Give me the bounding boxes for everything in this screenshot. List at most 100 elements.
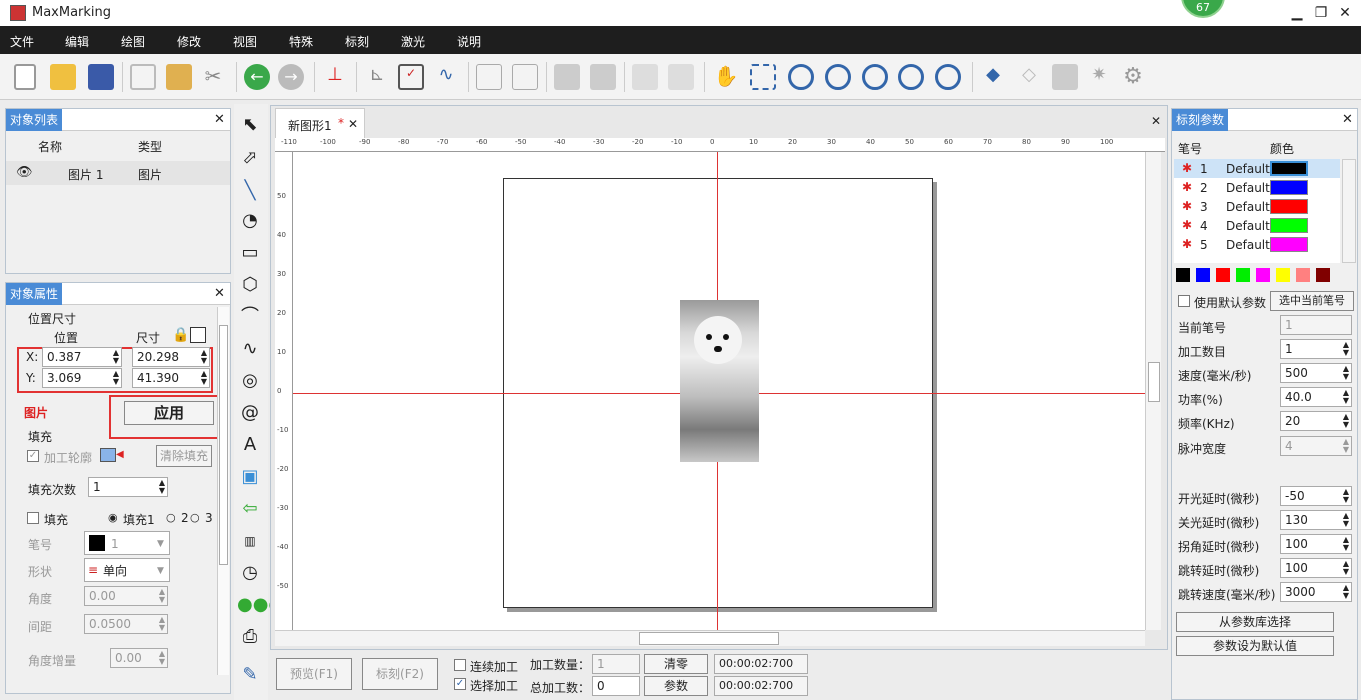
corner-delay-field[interactable]: 100 ▲ ▼ [1280, 534, 1352, 554]
performance-badge[interactable]: 67 [1181, 0, 1225, 18]
speed-field[interactable]: 500 ▲ ▼ [1280, 363, 1352, 383]
paste-icon[interactable] [166, 64, 192, 90]
curve-icon[interactable]: ∿ [433, 64, 459, 90]
uncombine-icon[interactable] [512, 64, 538, 90]
arrange-icon[interactable] [668, 64, 694, 90]
jump-speed-field[interactable]: 3000 ▲ ▼ [1280, 582, 1352, 602]
node-edit-icon[interactable]: ⊾ [364, 64, 390, 90]
close-icon[interactable]: ✕ [348, 117, 358, 131]
list-item[interactable]: ✱ 2 Default [1174, 178, 1340, 197]
open-folder-icon[interactable] [50, 64, 76, 90]
rectangle-tool-icon[interactable]: ▭ [237, 240, 263, 266]
output-tool-icon[interactable]: ⎙ [237, 624, 263, 650]
zoom-fit-icon[interactable] [750, 64, 776, 90]
set-default-button[interactable]: 参数设为默认值 [1176, 636, 1334, 656]
palette-swatch[interactable] [1196, 268, 1210, 282]
process-count-field[interactable]: 1 [592, 654, 640, 674]
zoom-out-icon[interactable] [825, 64, 851, 90]
node-select-icon[interactable]: ⬀ [237, 145, 263, 171]
laser-icon[interactable]: ✷ [1086, 64, 1112, 90]
table-row[interactable]: 👁 图片 1 图片 [6, 161, 230, 185]
y-field[interactable]: 3.069 ▲ ▼ [42, 368, 122, 388]
height-field[interactable]: 41.390 ▲ ▼ [132, 368, 210, 388]
pen-color-swatch[interactable] [1270, 199, 1308, 214]
line-tool-icon[interactable]: ╲ [237, 178, 263, 204]
angle-field[interactable]: 0.00 ▲ ▼ [84, 586, 168, 606]
use-default-checkbox[interactable] [1178, 295, 1190, 307]
fill-checkbox[interactable] [27, 512, 39, 524]
frequency-field[interactable]: 20 ▲ ▼ [1280, 411, 1352, 431]
palette-swatch[interactable] [1256, 268, 1270, 282]
cut-icon[interactable]: ✂ [200, 64, 226, 90]
palette-swatch[interactable] [1216, 268, 1230, 282]
palette-swatch[interactable] [1296, 268, 1310, 282]
list-item[interactable]: ✱ 1 Default [1174, 159, 1340, 178]
close-icon[interactable]: ✕ [1151, 114, 1161, 128]
save-icon[interactable] [88, 64, 114, 90]
shape-select[interactable]: ≡ 单向 ▼ [84, 558, 170, 582]
dog-image[interactable] [680, 300, 759, 462]
center-icon[interactable]: ⊥ [322, 64, 348, 90]
horizontal-scrollbar[interactable] [275, 630, 1145, 646]
close-icon[interactable]: ✕ [214, 112, 225, 127]
select-process-checkbox[interactable]: ✓ [454, 678, 466, 690]
zoom-in-icon[interactable] [788, 64, 814, 90]
text-tool-icon[interactable]: A [237, 432, 263, 458]
list-item[interactable]: ✱ 4 Default [1174, 216, 1340, 235]
palette-swatch[interactable] [1236, 268, 1250, 282]
undo-icon[interactable]: ← [244, 64, 270, 90]
clear-count-button[interactable]: 清零 [644, 654, 708, 674]
clear-fill-button[interactable]: 清除填充 [156, 445, 212, 467]
group-icon[interactable] [554, 64, 580, 90]
x-field[interactable]: 0.387 ▲ ▼ [42, 347, 122, 367]
scrollbar-thumb[interactable] [219, 325, 228, 565]
total-field[interactable]: 0 [592, 676, 640, 696]
fill2-radio[interactable]: ○ [166, 511, 176, 524]
circle-tool-icon[interactable]: ◔ [237, 208, 263, 234]
from-library-button[interactable]: 从参数库选择 [1176, 612, 1334, 632]
menu-edit[interactable]: 编辑 [65, 33, 89, 50]
anchor-grid-icon[interactable] [190, 327, 206, 343]
menu-file[interactable]: 文件 [10, 33, 34, 50]
angle-increment-field[interactable]: 0.00 ▲ ▼ [110, 648, 168, 668]
pen-select[interactable]: 1 ▼ [84, 531, 170, 555]
continuous-checkbox[interactable] [454, 659, 466, 671]
menu-help[interactable]: 说明 [457, 33, 481, 50]
barcode-tool-icon[interactable]: ▥ [237, 528, 263, 554]
polygon-tool-icon[interactable]: ⬡ [237, 272, 263, 298]
zoom-all-icon[interactable] [898, 64, 924, 90]
lock-icon[interactable]: 🔒 [172, 327, 189, 343]
zoom-page-icon[interactable] [935, 64, 961, 90]
red-light-icon[interactable]: ◆ [980, 64, 1006, 90]
outline-checkbox[interactable]: ✓ [27, 450, 39, 462]
clock-tool-icon[interactable]: ◷ [237, 560, 263, 586]
on-delay-field[interactable]: -50 ▲ ▼ [1280, 486, 1352, 506]
list-item[interactable]: ✱ 5 Default [1174, 235, 1340, 254]
bitmap-tool-icon[interactable]: ▣ [237, 464, 263, 490]
off-delay-field[interactable]: 130 ▲ ▼ [1280, 510, 1352, 530]
copy-icon[interactable] [130, 64, 156, 90]
curve-tool-icon[interactable]: ∿ [237, 336, 263, 362]
zoom-selection-icon[interactable] [862, 64, 888, 90]
fill3-radio[interactable]: ○ [190, 511, 200, 524]
jump-delay-field[interactable]: 100 ▲ ▼ [1280, 558, 1352, 578]
preview-outline-icon[interactable]: ◇ [1016, 64, 1042, 90]
hand-pan-icon[interactable]: ✋ [713, 64, 739, 90]
close-icon[interactable]: ✕ [214, 286, 225, 301]
drawing-canvas[interactable] [293, 152, 1145, 630]
palette-swatch[interactable] [1316, 268, 1330, 282]
eye-icon[interactable]: 👁 [16, 165, 33, 180]
restore-icon[interactable]: ❐ [1310, 3, 1332, 23]
check-icon[interactable]: ✓ [398, 64, 424, 90]
width-field[interactable]: 20.298 ▲ ▼ [132, 347, 210, 367]
menu-view[interactable]: 视图 [233, 33, 257, 50]
mark-button[interactable]: 标刻(F2) [362, 658, 438, 690]
pen-color-swatch[interactable] [1270, 218, 1308, 233]
combine-icon[interactable] [476, 64, 502, 90]
spiral-tool-icon[interactable]: @ [237, 400, 263, 426]
pen-list-scrollbar[interactable] [1342, 159, 1356, 263]
pen-color-swatch[interactable] [1270, 237, 1308, 252]
settings-gear-icon[interactable]: ⚙ [1120, 64, 1146, 90]
image-tool-icon[interactable] [1052, 64, 1078, 90]
redo-icon[interactable]: → [278, 64, 304, 90]
